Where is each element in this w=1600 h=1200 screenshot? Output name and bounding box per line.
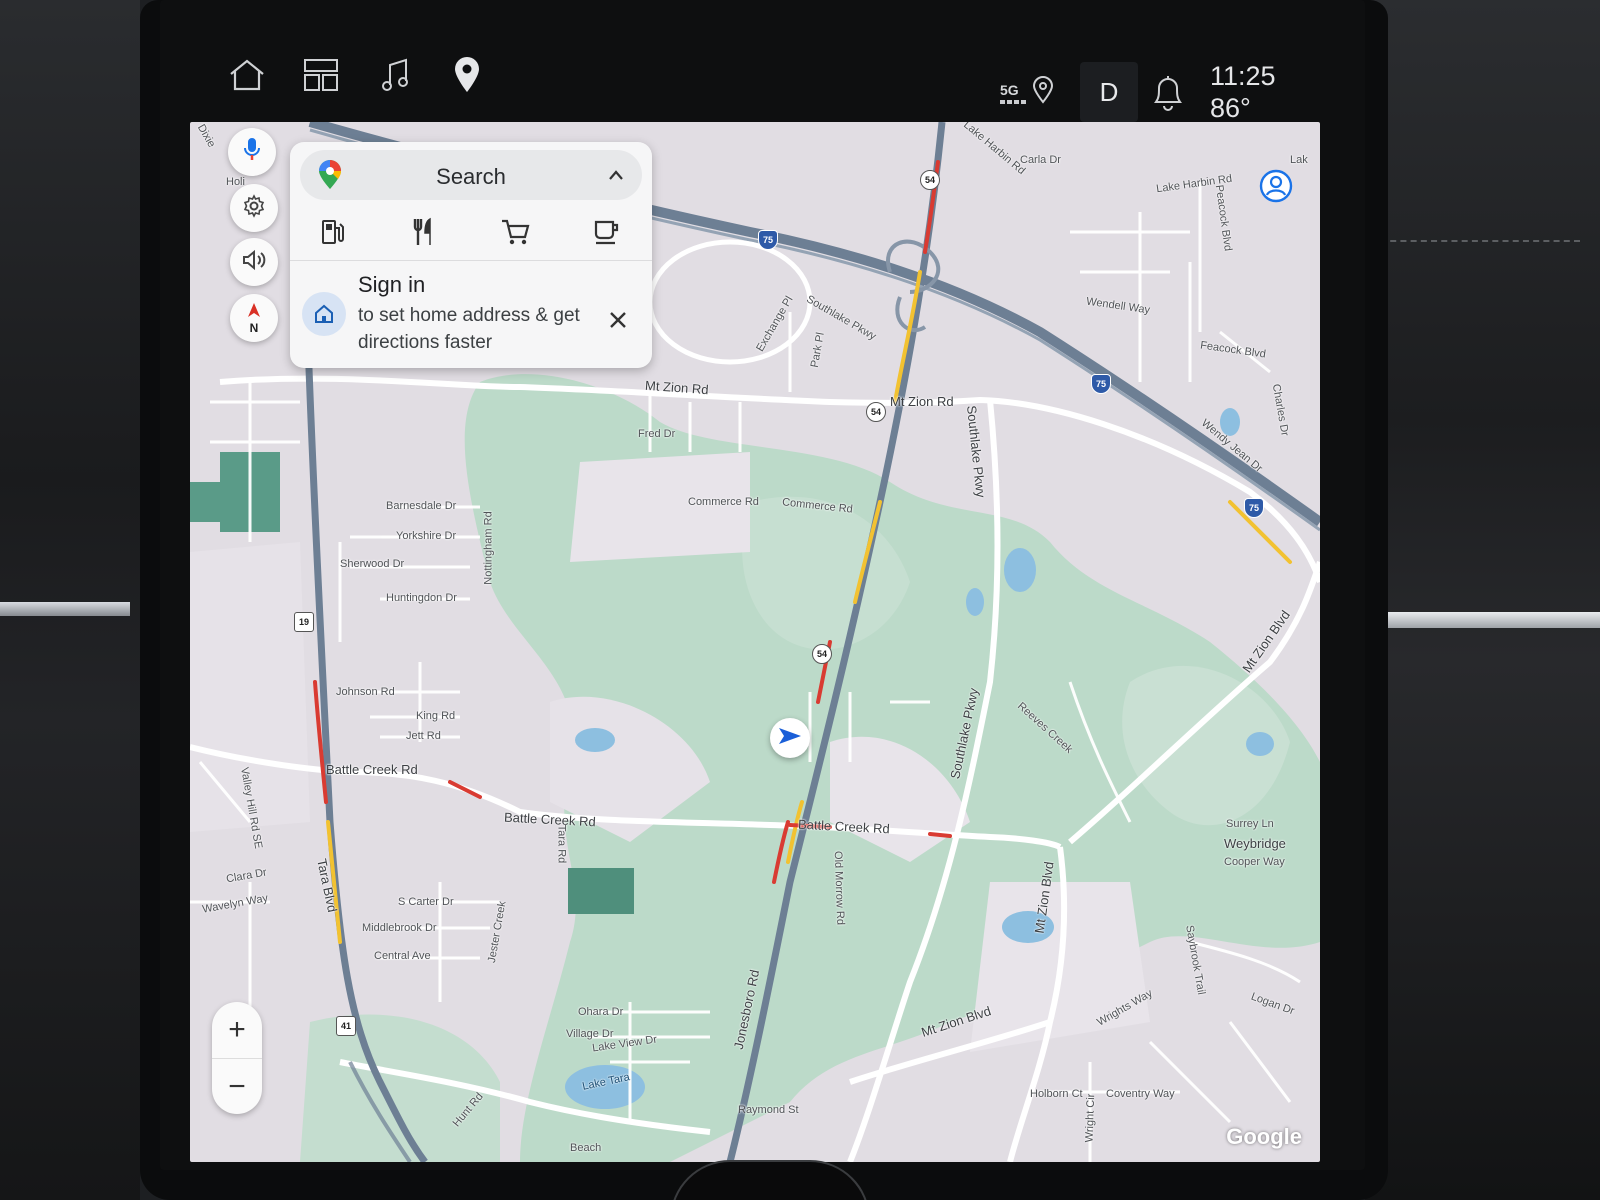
category-shortcuts (310, 212, 630, 252)
zoom-out-button[interactable]: − (212, 1058, 262, 1114)
search-card: Search Sign in to set home address & get… (290, 142, 652, 368)
dashboard-right-panel (1365, 0, 1600, 1200)
music-note-icon[interactable] (372, 52, 418, 98)
road-label: Fred Dr (638, 428, 676, 440)
google-attribution: Google (1226, 1124, 1302, 1149)
account-icon[interactable] (1256, 166, 1296, 206)
dashboard-stitching (1380, 240, 1580, 242)
road-label: Coventry Way (1106, 1088, 1175, 1100)
apps-grid-icon[interactable] (298, 52, 344, 98)
gas-station-icon[interactable] (310, 212, 356, 252)
road-label: Nottingham Rd (482, 511, 495, 585)
compass-label: N (249, 320, 259, 335)
road-label: Beach (570, 1142, 602, 1154)
interstate-75-shield: 75 (758, 230, 778, 250)
road-label: King Rd (416, 710, 456, 722)
dashboard-left-panel (0, 0, 140, 1200)
road-label: Johnson Rd (336, 686, 395, 698)
chevron-up-icon[interactable] (608, 168, 624, 186)
compass-needle-icon (248, 302, 260, 322)
status-bar: 5G D 11:25 86° (160, 0, 1365, 128)
card-divider (290, 260, 652, 261)
volume-icon (241, 248, 267, 277)
road-label: Battle Creek Rd (326, 762, 418, 777)
home-icon[interactable] (224, 52, 270, 98)
restaurant-icon[interactable] (401, 212, 447, 252)
shopping-cart-icon[interactable] (493, 212, 539, 252)
us-route-41-shield: 41 (336, 1016, 356, 1036)
gear-indicator: D (1080, 62, 1138, 122)
compass-button[interactable]: N (230, 294, 278, 342)
map-view[interactable]: Mt Zion Rd Mt Zion Rd Fred Dr Commerce R… (190, 122, 1320, 1162)
gear-icon (242, 193, 266, 223)
road-label: Raymond St (738, 1104, 799, 1116)
outside-temperature: 86° (1210, 93, 1251, 123)
clock: 11:25 (1210, 61, 1276, 91)
road-label: Holborn Ct (1030, 1088, 1083, 1100)
signin-description: to set home address & get directions fas… (358, 305, 580, 353)
infotainment-screen: 5G D 11:25 86° Mt Zion Rd Mt Zion Rd Fre… (160, 0, 1365, 1170)
map-pin-icon[interactable] (444, 52, 490, 98)
volume-button[interactable] (230, 238, 278, 286)
signal-strength-icon (1000, 100, 1026, 104)
state-route-54-shield: 54 (866, 402, 886, 422)
current-location-arrow (770, 718, 810, 758)
chrome-trim-right (1365, 612, 1600, 628)
road-label: Surrey Ln (1226, 818, 1274, 830)
chrome-trim-left (0, 602, 130, 616)
road-label: Commerce Rd (688, 496, 759, 508)
voice-search-button[interactable] (228, 128, 276, 176)
home-address-icon (302, 292, 346, 336)
zoom-controls: + − (212, 1002, 262, 1114)
bell-icon[interactable] (1150, 72, 1186, 117)
microphone-icon (242, 136, 262, 169)
interstate-75-shield: 75 (1244, 498, 1264, 518)
road-label: Wright Cir (1083, 1093, 1098, 1143)
state-route-54-shield: 54 (920, 170, 940, 190)
road-label: Tara Rd (555, 824, 568, 864)
place-label: Weybridge (1224, 836, 1286, 851)
road-label: Barnesdale Dr (386, 500, 457, 512)
network-label: 5G (1000, 82, 1019, 98)
road-label: Cooper Way (1224, 856, 1285, 868)
road-label: Ohara Dr (578, 1006, 624, 1018)
road-label: Middlebrook Dr (362, 922, 437, 934)
settings-button[interactable] (230, 184, 278, 232)
zoom-in-button[interactable]: + (212, 1002, 262, 1058)
signin-title[interactable]: Sign in (358, 272, 425, 298)
road-label: Village Dr (566, 1028, 614, 1040)
coffee-icon[interactable] (584, 212, 630, 252)
road-label: Mt Zion Rd (890, 394, 954, 409)
road-label: Old Morrow Rd (831, 850, 847, 926)
road-label: Lak (1290, 154, 1308, 166)
road-label: S Carter Dr (398, 896, 454, 908)
navigation-arrow-icon (777, 725, 803, 752)
road-label: Sherwood Dr (340, 558, 405, 570)
location-pin-icon (1032, 76, 1054, 109)
road-label: Jett Rd (406, 730, 441, 742)
road-label: Central Ave (374, 950, 431, 962)
status-indicators: 5G D 11:25 86° (1000, 52, 1320, 132)
road-label: Huntingdon Dr (386, 592, 457, 604)
close-icon[interactable] (602, 304, 634, 336)
search-bar[interactable]: Search (300, 150, 642, 200)
road-label: Yorkshire Dr (396, 530, 457, 542)
interstate-75-shield: 75 (1091, 374, 1111, 394)
search-label: Search (436, 164, 506, 189)
us-route-19-shield: 19 (294, 612, 314, 632)
state-route-54-shield: 54 (812, 644, 832, 664)
road-label: Carla Dr (1020, 154, 1061, 166)
